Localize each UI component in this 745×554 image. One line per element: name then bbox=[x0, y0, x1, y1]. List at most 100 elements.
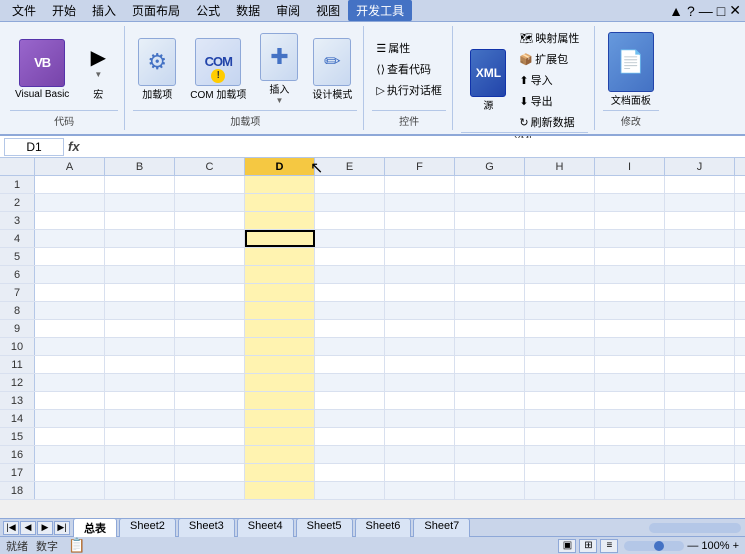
sheet-cell[interactable] bbox=[385, 392, 455, 409]
sheet-cell[interactable] bbox=[35, 356, 105, 373]
sheet-cell[interactable] bbox=[525, 374, 595, 391]
sheet-cell[interactable] bbox=[245, 356, 315, 373]
sheet-cell[interactable] bbox=[385, 482, 455, 499]
sheet-cell[interactable] bbox=[525, 356, 595, 373]
sheet-cell[interactable] bbox=[525, 266, 595, 283]
sheet-cell[interactable] bbox=[245, 248, 315, 265]
map-prop-button[interactable]: 🗺 映射属性 bbox=[515, 28, 583, 48]
sheet-cell[interactable] bbox=[105, 230, 175, 247]
sheet-cell[interactable] bbox=[35, 230, 105, 247]
sheet-cell[interactable] bbox=[315, 266, 385, 283]
sheet-cell[interactable] bbox=[175, 302, 245, 319]
sheet-cell[interactable] bbox=[525, 428, 595, 445]
formula-input[interactable] bbox=[84, 138, 741, 156]
sheet-cell[interactable] bbox=[175, 482, 245, 499]
sheet-cell[interactable] bbox=[105, 284, 175, 301]
sheet-tab[interactable]: Sheet5 bbox=[296, 518, 353, 537]
sheet-cell[interactable] bbox=[315, 248, 385, 265]
sheet-cell[interactable] bbox=[665, 194, 735, 211]
xml-source-button[interactable]: XML 源 bbox=[465, 46, 511, 115]
insert-control-button[interactable]: ✚ 插入 ▼ bbox=[255, 30, 303, 108]
sheet-cell[interactable] bbox=[595, 338, 665, 355]
sheet-cell[interactable] bbox=[595, 176, 665, 193]
export-button[interactable]: ⬇ 导出 bbox=[515, 91, 583, 111]
sheet-cell[interactable] bbox=[665, 464, 735, 481]
sheet-cell[interactable] bbox=[315, 338, 385, 355]
col-header-F[interactable]: F bbox=[385, 158, 455, 175]
sheet-cell[interactable] bbox=[105, 428, 175, 445]
restore-icon[interactable]: □ bbox=[717, 3, 725, 19]
sheet-cell[interactable] bbox=[175, 176, 245, 193]
menu-formula[interactable]: 公式 bbox=[188, 0, 228, 21]
sheet-cell[interactable] bbox=[595, 194, 665, 211]
sheet-cell[interactable] bbox=[245, 212, 315, 229]
sheet-cell[interactable] bbox=[455, 302, 525, 319]
menu-view[interactable]: 视图 bbox=[308, 0, 348, 21]
sheet-cell[interactable] bbox=[35, 212, 105, 229]
sheet-cell[interactable] bbox=[315, 464, 385, 481]
sheet-cell[interactable] bbox=[35, 266, 105, 283]
sheet-cell[interactable] bbox=[595, 446, 665, 463]
sheet-cell[interactable] bbox=[175, 284, 245, 301]
menu-home[interactable]: 开始 bbox=[44, 0, 84, 21]
sheet-cell[interactable] bbox=[315, 482, 385, 499]
col-header-E[interactable]: E bbox=[315, 158, 385, 175]
horizontal-scroll[interactable] bbox=[645, 523, 745, 533]
sheet-cell[interactable] bbox=[455, 446, 525, 463]
col-header-G[interactable]: G bbox=[455, 158, 525, 175]
sheet-cell[interactable] bbox=[35, 302, 105, 319]
sheet-cell[interactable] bbox=[665, 176, 735, 193]
sheet-cell[interactable] bbox=[385, 230, 455, 247]
sheet-cell[interactable] bbox=[245, 446, 315, 463]
sheet-cell[interactable] bbox=[455, 284, 525, 301]
sheet-cell[interactable] bbox=[315, 212, 385, 229]
sheet-cell[interactable] bbox=[595, 428, 665, 445]
sheet-tab[interactable]: Sheet6 bbox=[355, 518, 412, 537]
sheet-cell[interactable] bbox=[665, 446, 735, 463]
sheet-cell[interactable] bbox=[525, 212, 595, 229]
sheet-cell[interactable] bbox=[175, 194, 245, 211]
sheet-cell[interactable] bbox=[315, 320, 385, 337]
sheet-cell[interactable] bbox=[385, 446, 455, 463]
sheet-cell[interactable] bbox=[525, 446, 595, 463]
sheet-cell[interactable] bbox=[385, 356, 455, 373]
sheet-cell[interactable] bbox=[455, 392, 525, 409]
sheet-cell[interactable] bbox=[665, 248, 735, 265]
sheet-cell[interactable] bbox=[455, 374, 525, 391]
sheet-cell[interactable] bbox=[175, 320, 245, 337]
sheet-cell[interactable] bbox=[105, 248, 175, 265]
sheet-cell[interactable] bbox=[665, 374, 735, 391]
zoom-slider[interactable] bbox=[624, 541, 684, 551]
sheet-cell[interactable] bbox=[665, 320, 735, 337]
sheet-cell[interactable] bbox=[595, 212, 665, 229]
com-button[interactable]: COM ! COM 加载项 bbox=[185, 35, 251, 104]
sheet-cell[interactable] bbox=[525, 248, 595, 265]
sheet-cell[interactable] bbox=[525, 482, 595, 499]
cell-reference[interactable] bbox=[4, 138, 64, 156]
menu-insert[interactable]: 插入 bbox=[84, 0, 124, 21]
sheet-cell[interactable] bbox=[105, 446, 175, 463]
sheet-cell[interactable] bbox=[175, 338, 245, 355]
dialog-button[interactable]: ▷ 执行对话框 bbox=[372, 80, 445, 100]
sheet-cell[interactable] bbox=[245, 410, 315, 427]
sheet-cell[interactable] bbox=[175, 446, 245, 463]
sheet-cell[interactable] bbox=[245, 266, 315, 283]
sheet-cell[interactable] bbox=[595, 356, 665, 373]
sheet-cell[interactable] bbox=[385, 266, 455, 283]
vb-button[interactable]: VB Visual Basic bbox=[10, 36, 74, 103]
sheet-cell[interactable] bbox=[35, 176, 105, 193]
menu-data[interactable]: 数据 bbox=[228, 0, 268, 21]
sheet-cell[interactable] bbox=[245, 230, 315, 247]
sheet-cell[interactable] bbox=[455, 230, 525, 247]
sheet-cell[interactable] bbox=[525, 230, 595, 247]
sheet-cell[interactable] bbox=[35, 464, 105, 481]
expand-button[interactable]: 📦 扩展包 bbox=[515, 49, 583, 69]
sheet-cell[interactable] bbox=[385, 464, 455, 481]
tab-next-button[interactable]: ▶ bbox=[37, 521, 53, 535]
sheet-cell[interactable] bbox=[175, 266, 245, 283]
sheet-cell[interactable] bbox=[175, 230, 245, 247]
sheet-tab[interactable]: Sheet3 bbox=[178, 518, 235, 537]
sheet-cell[interactable] bbox=[315, 230, 385, 247]
doc-panel-button[interactable]: 📄 文档面板 bbox=[603, 29, 659, 110]
sheet-cell[interactable] bbox=[455, 248, 525, 265]
